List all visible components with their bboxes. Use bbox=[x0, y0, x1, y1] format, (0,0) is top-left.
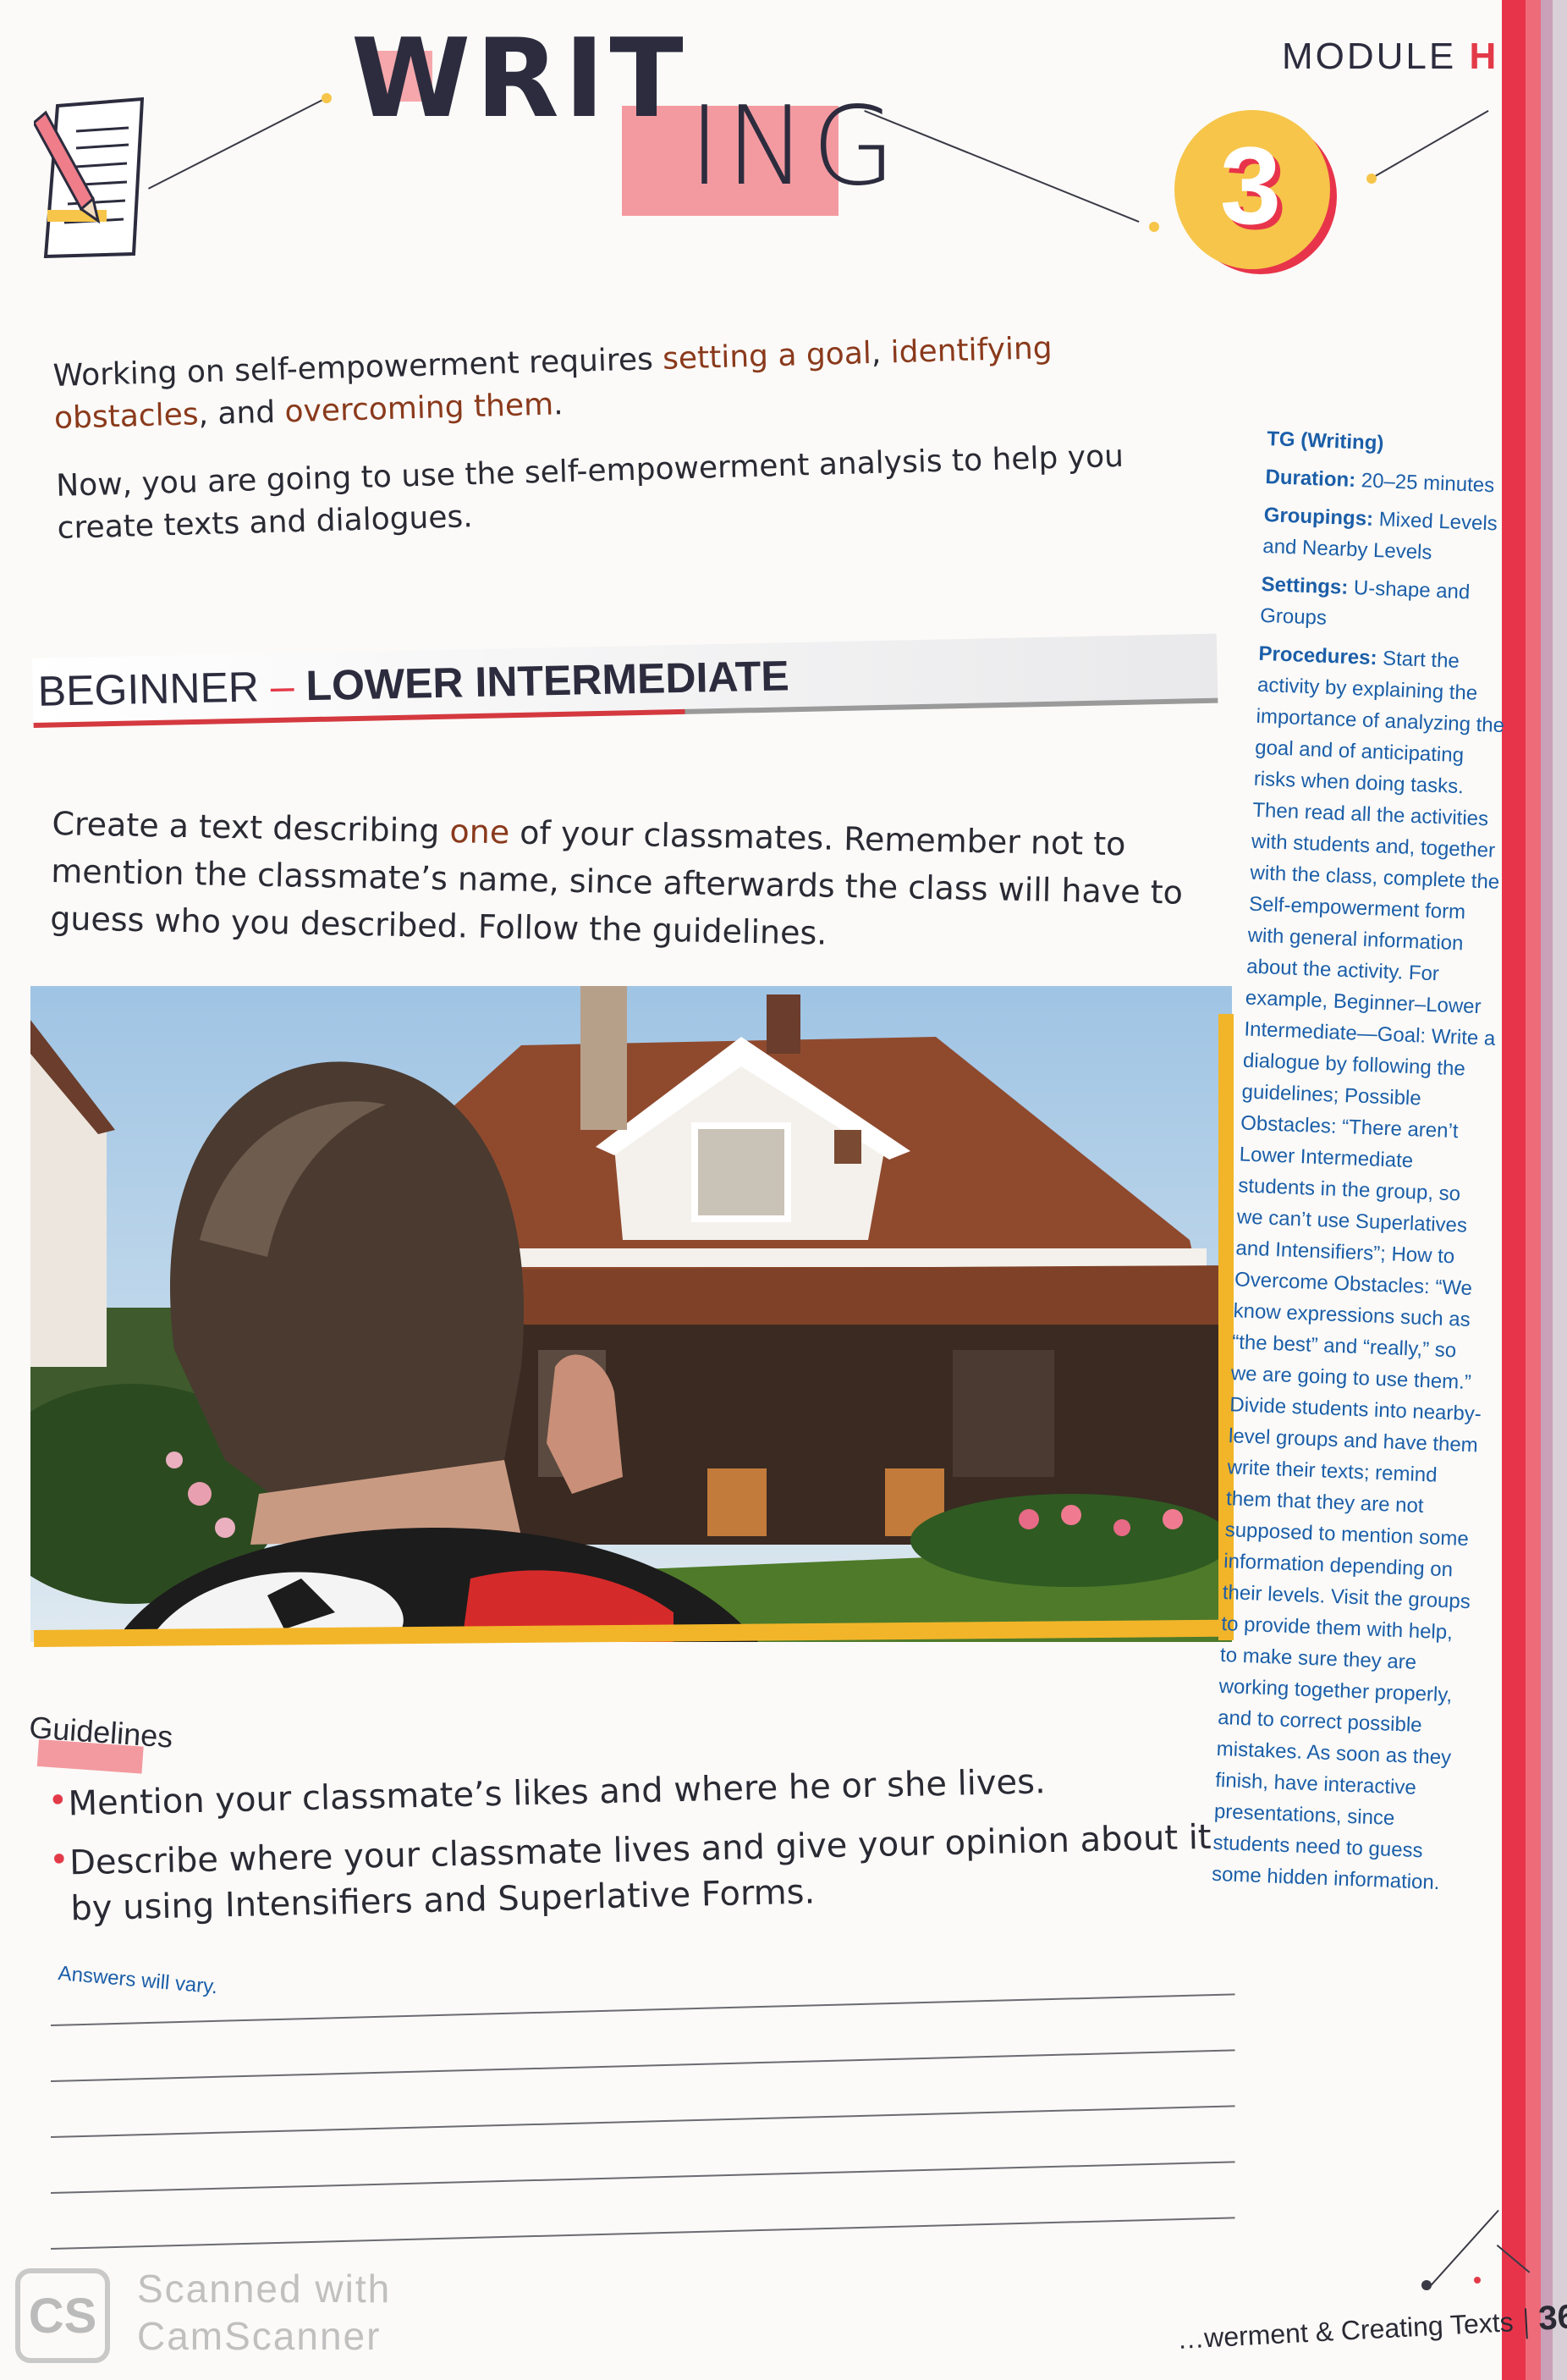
tg-groupings: Groupings: Mixed Levels and Nearby Level… bbox=[1262, 499, 1519, 571]
task-text-run: Create a text describing bbox=[52, 804, 450, 851]
tg-label: Duration: bbox=[1265, 465, 1356, 493]
page-edge-pink bbox=[1526, 0, 1541, 2380]
tg-value: Start the activity by explaining the imp… bbox=[1211, 647, 1505, 1895]
highlight-overcoming-them: overcoming them bbox=[283, 387, 554, 430]
title-part-2: ING bbox=[688, 84, 901, 210]
badge-number: 3 bbox=[1220, 124, 1281, 247]
corner-dot bbox=[1474, 2277, 1481, 2284]
intro-text-run: . bbox=[553, 387, 564, 422]
corner-dot bbox=[1421, 2280, 1432, 2290]
tg-duration: Duration: 20–25 minutes bbox=[1265, 461, 1520, 502]
tg-label: Settings: bbox=[1261, 572, 1349, 599]
level-beginner: BEGINNER bbox=[37, 663, 260, 715]
camscanner-logo: CS bbox=[15, 2268, 110, 2363]
footer-divider bbox=[1524, 2307, 1528, 2339]
tg-value: 20–25 minutes bbox=[1355, 469, 1495, 498]
module-word: MODULE bbox=[1282, 36, 1457, 77]
connector-dot bbox=[322, 93, 332, 103]
watermark-line-1: Scanned with bbox=[137, 2267, 392, 2311]
level-lower-intermediate: LOWER INTERMEDIATE bbox=[305, 652, 790, 710]
guideline-item: Describe where your classmate lives and … bbox=[49, 1815, 1218, 1932]
connector-dot bbox=[1366, 174, 1377, 184]
page-title: WRITING bbox=[351, 25, 895, 216]
page-edge-grey bbox=[1553, 0, 1567, 2380]
tg-label: Groupings: bbox=[1263, 503, 1374, 531]
house-photo bbox=[30, 986, 1232, 1642]
module-letter: H bbox=[1469, 36, 1499, 77]
page-edge-red bbox=[1502, 0, 1526, 2380]
tg-settings: Settings: U-shape and Groups bbox=[1260, 569, 1516, 641]
intro-text-run: , and bbox=[197, 394, 286, 432]
connector-dot bbox=[1149, 222, 1159, 232]
page-number: 363 bbox=[1537, 2297, 1567, 2338]
writing-document-icon bbox=[34, 96, 144, 258]
tg-procedures: Procedures: Start the activity by explai… bbox=[1211, 638, 1513, 1899]
task-instructions: Create a text describing one of your cla… bbox=[50, 800, 1195, 964]
intro-paragraph-2: Now, you are going to use the self-empow… bbox=[55, 438, 1124, 546]
guidelines-list: Mention your classmate’s likes and where… bbox=[47, 1755, 1218, 1946]
lesson-number-badge: 3 3 bbox=[1174, 110, 1337, 274]
intro-text-run: , bbox=[871, 335, 892, 371]
title-part-1: WRIT bbox=[351, 16, 689, 142]
tg-label: Procedures: bbox=[1258, 642, 1378, 670]
camscanner-watermark: Scanned with CamScanner bbox=[137, 2265, 391, 2360]
highlight-setting-goal: setting a goal bbox=[662, 335, 872, 377]
watermark-line-2: CamScanner bbox=[137, 2314, 382, 2358]
module-label: MODULE H bbox=[1282, 36, 1498, 78]
page-edge-mauve bbox=[1541, 0, 1553, 2380]
level-dash: – bbox=[258, 662, 307, 711]
intro-text: Working on self-empowerment requires set… bbox=[52, 323, 1201, 576]
task-highlight: one bbox=[449, 813, 510, 851]
